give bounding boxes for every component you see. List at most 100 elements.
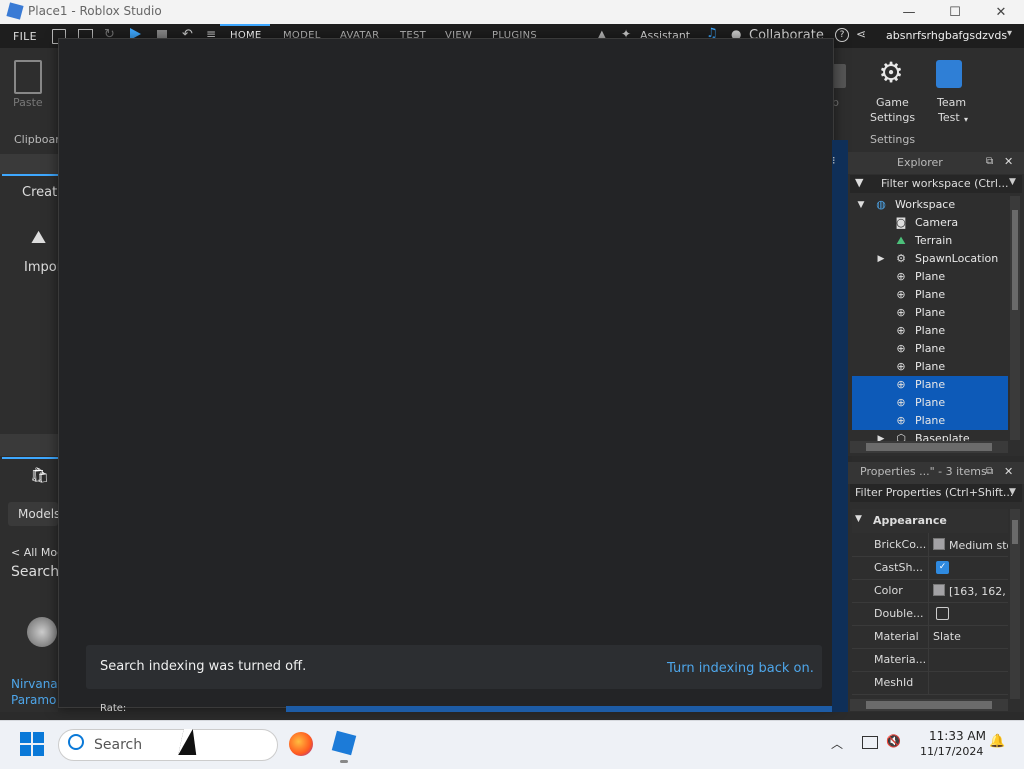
explorer-item-label: Plane	[915, 414, 946, 427]
column-divider	[928, 579, 929, 602]
explorer-item-label: Plane	[915, 324, 946, 337]
explorer-item[interactable]: ▼ ◍ Workspace	[852, 196, 1008, 214]
properties-popout-icon[interactable]: ⧉	[986, 466, 993, 477]
property-row[interactable]: Material Slate	[852, 625, 1008, 649]
game-settings-label-1[interactable]: Game	[876, 96, 909, 109]
appearance-section-label: Appearance	[873, 514, 947, 527]
start-icon-tile	[20, 732, 31, 743]
explorer-item-label: Plane	[915, 396, 946, 409]
turn-indexing-on-link[interactable]: Turn indexing back on.	[667, 661, 814, 676]
paste-label[interactable]: Paste	[13, 96, 43, 109]
toolbox-header	[0, 154, 58, 174]
property-name: BrickCo...	[874, 538, 927, 551]
share-icon[interactable]: ⋖	[856, 27, 866, 41]
explorer-item[interactable]: ⊕ Plane	[852, 268, 1008, 286]
all-models-link[interactable]: < All Mod	[11, 546, 64, 559]
appearance-collapse-icon[interactable]: ▼	[855, 514, 862, 524]
property-row[interactable]: MeshId	[852, 671, 1008, 695]
clock-time[interactable]: 11:33 AM	[929, 729, 986, 743]
tray-overflow-icon[interactable]: ︿	[831, 735, 843, 752]
properties-hscroll-thumb[interactable]	[866, 701, 992, 709]
explorer-item-label: Workspace	[895, 198, 956, 211]
team-test-label-2[interactable]: Test	[938, 111, 960, 124]
explorer-item[interactable]: ⊕ Plane	[852, 304, 1008, 322]
volume-muted-icon[interactable]: 🔇	[886, 734, 901, 748]
explorer-item[interactable]: ⊕ Plane	[852, 376, 1008, 394]
team-test-icon[interactable]	[936, 60, 962, 88]
models-dropdown-label[interactable]: Models	[18, 507, 60, 521]
part-icon: ⊕	[896, 288, 906, 301]
property-name: CastSh...	[874, 561, 923, 574]
paste-icon[interactable]	[14, 60, 42, 94]
minimize-button[interactable]: —	[886, 0, 932, 24]
taskbar-search-placeholder[interactable]: Search	[94, 737, 142, 753]
explorer-item[interactable]: ⊕ Plane	[852, 286, 1008, 304]
expand-arrow-icon[interactable]: ▶	[875, 253, 887, 265]
properties-filter-dropdown-icon[interactable]: ▼	[1009, 487, 1016, 497]
property-value[interactable]: Medium sto	[933, 538, 1008, 552]
explorer-item[interactable]: ◙ Camera	[852, 214, 1008, 232]
viewport-tool-icon[interactable]: ⁝	[832, 154, 836, 167]
explorer-item[interactable]: ⊕ Plane	[852, 394, 1008, 412]
ribbon-tool-icon[interactable]	[832, 64, 846, 88]
explorer-close-icon[interactable]: ✕	[1004, 155, 1013, 168]
firefox-icon[interactable]	[289, 732, 313, 756]
clock-date[interactable]: 11/17/2024	[920, 745, 983, 758]
explorer-item-label: Camera	[915, 216, 959, 229]
explorer-item-label: Plane	[915, 378, 946, 391]
property-row[interactable]: Materia...	[852, 648, 1008, 672]
property-row[interactable]: Double...	[852, 602, 1008, 626]
network-icon[interactable]	[862, 736, 878, 749]
explorer-item[interactable]: ▶ ⚙ SpawnLocation	[852, 250, 1008, 268]
explorer-item[interactable]: ⊕ Plane	[852, 322, 1008, 340]
explorer-filter-dropdown-icon[interactable]: ▼	[1009, 177, 1016, 187]
explorer-filter-placeholder[interactable]: Filter workspace (Ctrl...	[881, 177, 1008, 190]
explorer-item-label: SpawnLocation	[915, 252, 999, 265]
drum-kit-thumbnail[interactable]	[27, 617, 57, 647]
notification-bell-icon[interactable]: 🔔	[989, 734, 1005, 749]
color-swatch[interactable]	[933, 538, 945, 550]
property-row[interactable]: BrickCo... Medium sto	[852, 533, 1008, 557]
paramo-asset-link[interactable]: Paramo	[11, 693, 56, 707]
team-test-dropdown-icon[interactable]: ▾	[964, 115, 968, 124]
properties-title: Properties ..." - 3 items	[860, 465, 987, 478]
explorer-item[interactable]: ⊕ Plane	[852, 358, 1008, 376]
explorer-item[interactable]: ⛰ Terrain	[852, 232, 1008, 250]
explorer-hscroll-thumb[interactable]	[866, 443, 992, 451]
close-window-button[interactable]: ✕	[978, 0, 1024, 24]
property-name: Color	[874, 584, 903, 597]
property-checkbox[interactable]	[936, 607, 949, 620]
team-test-label-1[interactable]: Team	[937, 96, 966, 109]
maximize-button[interactable]: ☐	[932, 0, 978, 24]
create-tab-indicator	[2, 174, 58, 176]
shopping-bag-icon[interactable]: 🛍	[30, 466, 49, 484]
property-checkbox[interactable]: ✓	[936, 561, 949, 574]
properties-scroll-thumb[interactable]	[1012, 520, 1018, 544]
import-label[interactable]: Impor	[24, 260, 62, 275]
import-icon[interactable]: ⛰	[31, 227, 46, 248]
help-icon[interactable]: ?	[835, 28, 849, 42]
properties-filter-placeholder[interactable]: Filter Properties (Ctrl+Shift...	[855, 486, 1013, 499]
property-name: MeshId	[874, 676, 914, 689]
gear-icon[interactable]: ⚙	[876, 58, 906, 88]
explorer-item[interactable]: ⊕ Plane	[852, 340, 1008, 358]
start-button[interactable]	[20, 732, 44, 756]
creator-store-header	[0, 434, 58, 456]
nirvana-asset-link[interactable]: Nirvana	[11, 677, 58, 691]
property-value[interactable]: Slate	[933, 630, 1008, 643]
properties-close-icon[interactable]: ✕	[1004, 465, 1013, 478]
part-icon: ⊕	[896, 414, 906, 427]
explorer-popout-icon[interactable]: ⧉	[986, 156, 993, 167]
username-label[interactable]: absnrfsrhgbafgsdzvds	[886, 29, 1007, 42]
user-dropdown-icon[interactable]: ▾	[1007, 28, 1012, 39]
game-settings-label-2[interactable]: Settings	[870, 111, 915, 124]
collapse-arrow-icon[interactable]: ▼	[855, 199, 867, 211]
property-row[interactable]: CastSh... ✓	[852, 556, 1008, 580]
color-swatch[interactable]	[933, 584, 945, 596]
property-value[interactable]: [163, 162, 1	[933, 584, 1008, 598]
file-menu[interactable]: FILE	[13, 30, 37, 43]
explorer-scroll-thumb[interactable]	[1012, 210, 1018, 310]
property-row[interactable]: Color [163, 162, 1	[852, 579, 1008, 603]
taskbar-search-box[interactable]	[58, 729, 278, 761]
explorer-item[interactable]: ⊕ Plane	[852, 412, 1008, 430]
